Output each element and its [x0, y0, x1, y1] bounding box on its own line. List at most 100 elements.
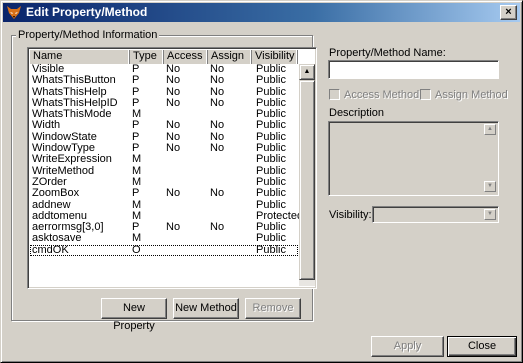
list-row[interactable]: WhatsThisMode M Public	[30, 109, 298, 120]
list-row[interactable]: WhatsThisButton P No No Public	[30, 75, 298, 86]
list-row[interactable]: Visible P No No Public	[30, 64, 298, 75]
row-visibility: Public	[256, 75, 286, 87]
visibility-dropdown[interactable]: ▼	[372, 206, 499, 223]
row-assign: No	[210, 86, 225, 98]
row-name: WindowState	[32, 131, 97, 143]
row-visibility: Public	[256, 165, 286, 177]
row-name: WhatsThisHelpID	[32, 97, 118, 109]
row-access: No	[166, 222, 181, 234]
row-assign: No	[210, 97, 225, 109]
row-assign: No	[210, 188, 225, 200]
row-visibility: Public	[256, 154, 286, 166]
list-row[interactable]: WhatsThisHelp P No No Public	[30, 87, 298, 98]
row-visibility: Public	[256, 222, 286, 234]
row-visibility: Public	[256, 188, 286, 200]
description-textarea[interactable]: ▲ ▼	[328, 121, 499, 196]
edit-property-method-dialog: Edit Property/Method × Property/Method I…	[0, 0, 523, 363]
row-type: P	[132, 97, 140, 109]
list-row[interactable]: asktosave M Public	[30, 233, 298, 244]
list-row[interactable]: ZoomBox P No No Public	[30, 188, 298, 199]
column-header-access[interactable]: Access	[164, 50, 208, 64]
row-access: No	[166, 64, 181, 75]
scroll-thumb[interactable]	[299, 80, 315, 280]
row-type: P	[132, 64, 140, 75]
row-assign: No	[210, 131, 225, 143]
row-name: aerrormsg[3,0]	[32, 222, 104, 234]
new-method-button[interactable]: New Method	[173, 298, 239, 319]
row-assign: No	[210, 120, 225, 132]
column-header-visibility[interactable]: Visibility	[252, 50, 298, 64]
group-label: Property/Method Information	[16, 29, 160, 41]
row-type: M	[132, 233, 142, 245]
row-name: ZoomBox	[32, 188, 80, 200]
column-header-type[interactable]: Type	[130, 50, 164, 64]
row-access: No	[166, 188, 181, 200]
row-assign: No	[210, 64, 225, 75]
close-button[interactable]: Close	[447, 336, 517, 357]
list-row[interactable]: WindowState P No No Public	[30, 132, 298, 143]
row-type: P	[132, 86, 140, 98]
row-access: No	[166, 75, 181, 87]
column-header-assign[interactable]: Assign	[208, 50, 252, 64]
list-row[interactable]: WriteMethod M Public	[30, 166, 298, 177]
row-name: WindowType	[32, 143, 95, 155]
row-type: M	[132, 154, 142, 166]
window-title: Edit Property/Method	[26, 5, 148, 19]
list-row[interactable]: WhatsThisHelpID P No No Public	[30, 98, 298, 109]
list-row[interactable]: Width P No No Public	[30, 120, 298, 131]
new-property-button[interactable]: New Property	[101, 298, 167, 332]
row-name: Visible	[32, 64, 65, 75]
remove-label: Remove	[252, 302, 294, 314]
apply-button[interactable]: Apply	[371, 336, 444, 357]
remove-button[interactable]: Remove	[245, 298, 301, 319]
new-property-label: New Property	[113, 302, 155, 332]
column-header-name[interactable]: Name	[30, 50, 130, 64]
row-visibility: Public	[256, 233, 286, 245]
row-type: M	[132, 165, 142, 177]
row-visibility: Public	[256, 64, 286, 75]
scroll-up-button[interactable]: ▲	[299, 64, 315, 80]
visibility-dropdown-arrow-icon[interactable]: ▼	[484, 209, 496, 220]
row-name: WhatsThisHelp	[32, 86, 107, 98]
row-type: P	[132, 120, 140, 132]
list-row[interactable]: WindowType P No No Public	[30, 143, 298, 154]
row-access: No	[166, 97, 181, 109]
description-label: Description	[329, 107, 385, 119]
property-method-list[interactable]: Name Type Access Assign Visibility Visib…	[27, 47, 317, 289]
description-scroll-up-icon[interactable]: ▲	[484, 124, 496, 135]
row-access: No	[166, 143, 181, 155]
row-type: P	[132, 75, 140, 87]
description-scroll-down-icon[interactable]: ▼	[484, 181, 496, 192]
row-type: P	[132, 222, 140, 234]
list-row[interactable]: addtomenu M Protected	[30, 210, 301, 222]
row-type: P	[132, 131, 140, 143]
visibility-label: Visibility:	[329, 209, 372, 221]
list-row[interactable]: aerrormsg[3,0] P No No Public	[30, 222, 298, 233]
list-rows: Visible P No No Public WhatsThisButton P No No Pu…	[30, 64, 301, 257]
assign-method-checkbox[interactable]	[420, 89, 431, 100]
row-name: WriteMethod	[32, 165, 95, 177]
row-type: M	[132, 176, 142, 188]
row-name: ZOrder	[32, 176, 67, 188]
property-method-name-input[interactable]	[328, 60, 499, 79]
list-row[interactable]: WriteExpression M Public	[30, 154, 298, 165]
row-visibility: Public	[256, 86, 286, 98]
row-visibility: Public	[256, 176, 286, 188]
list-header: Name Type Access Assign Visibility	[30, 50, 298, 64]
row-name: WriteExpression	[32, 154, 112, 166]
row-access: No	[166, 131, 181, 143]
close-label: Close	[467, 340, 497, 352]
list-row[interactable]: cmdOK O Public	[30, 244, 298, 257]
list-row[interactable]: ZOrder M Public	[30, 177, 298, 188]
row-type: P	[132, 188, 140, 200]
row-type: M	[132, 210, 142, 222]
row-access: No	[166, 86, 181, 98]
list-row[interactable]: addnew M Public	[30, 200, 298, 211]
access-method-checkbox[interactable]	[329, 89, 340, 100]
row-name: cmdOK	[32, 244, 69, 256]
close-window-button[interactable]: ×	[500, 5, 517, 20]
row-assign: No	[210, 143, 225, 155]
list-vertical-scrollbar[interactable]: ▲	[299, 64, 315, 286]
title-bar[interactable]: Edit Property/Method ×	[3, 3, 520, 22]
fox-icon	[7, 6, 21, 19]
